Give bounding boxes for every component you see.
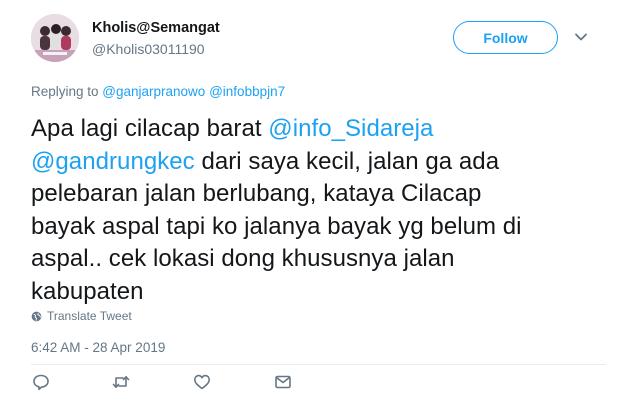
direct-message-icon[interactable] xyxy=(273,372,293,392)
tweet-text-segment: bayak aspal tapi ko jalanya bayak yg bel… xyxy=(31,212,522,240)
mention-link[interactable]: @ganjarpranowo xyxy=(102,84,205,99)
tweet-text-line: kabupaten xyxy=(31,276,606,309)
tweet-text-line: Apa lagi cilacap barat @info_Sidareja xyxy=(31,113,606,146)
avatar[interactable] xyxy=(31,14,79,62)
display-name[interactable]: Kholis@Semangat xyxy=(92,20,220,36)
divider xyxy=(31,364,606,365)
retweet-icon[interactable] xyxy=(111,372,131,392)
mention-link[interactable]: @info_Sidareja xyxy=(268,115,433,142)
reply-icon[interactable] xyxy=(31,372,51,392)
tweet-text-segment: Apa lagi cilacap barat xyxy=(31,115,269,142)
tweet-text-segment: pelebaran jalan berlubang, kataya Cilaca… xyxy=(31,180,482,207)
tweet-timestamp[interactable]: 6:42 AM - 28 Apr 2019 xyxy=(31,340,165,355)
tweet-text-line: @gandrungkec dari saya kecil, jalan ga a… xyxy=(31,146,606,179)
globe-icon xyxy=(31,311,42,321)
mention-link[interactable]: @infobbpjn7 xyxy=(209,84,285,99)
tweet-card: Kholis@Semangat @Kholis03011190 Follow R… xyxy=(0,0,626,411)
replying-prefix: Replying to xyxy=(31,84,103,99)
tweet-text-line: bayak aspal tapi ko jalanya bayak yg bel… xyxy=(31,211,606,244)
replying-to: Replying to @ganjarpranowo @infobbpjn7 xyxy=(31,84,285,99)
translate-tweet-link[interactable]: Translate Tweet xyxy=(31,309,132,323)
follow-button[interactable]: Follow xyxy=(453,21,558,54)
tweet-text-line: aspal.. cek lokasi dong khususnya jalan xyxy=(31,243,606,276)
tweet-text: Apa lagi cilacap barat @info_Sidareja @ga… xyxy=(31,113,606,308)
tweet-text-segment: kabupaten xyxy=(31,277,144,305)
mention-link[interactable]: @gandrungkec xyxy=(31,148,195,175)
tweet-text-line: pelebaran jalan berlubang, kataya Cilaca… xyxy=(31,178,606,211)
translate-label: Translate Tweet xyxy=(47,309,132,323)
tweet-text-segment: dari saya kecil, jalan ga ada xyxy=(194,147,500,175)
user-handle[interactable]: @Kholis03011190 xyxy=(92,41,205,57)
like-icon[interactable] xyxy=(192,372,212,392)
chevron-down-icon[interactable] xyxy=(573,29,589,45)
tweet-text-segment: aspal.. cek lokasi dong khususnya jalan xyxy=(31,245,455,272)
